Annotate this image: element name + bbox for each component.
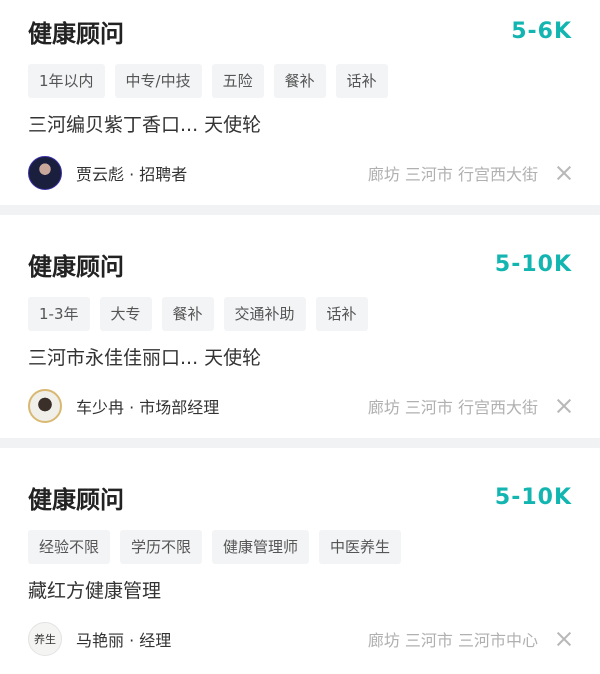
job-tags: 1年以内 中专/中技 五险 餐补 话补 xyxy=(28,64,572,98)
close-icon[interactable] xyxy=(556,165,572,181)
job-tag: 中医养生 xyxy=(319,530,402,564)
job-tag: 话补 xyxy=(315,297,368,331)
company-name: 三河编贝紫丁香口... 天使轮 xyxy=(28,114,262,136)
avatar-text: 养生 xyxy=(34,633,56,646)
job-tag: 餐补 xyxy=(273,64,326,98)
job-tags: 1-3年 大专 餐补 交通补助 话补 xyxy=(28,297,572,331)
job-title: 健康顾问 xyxy=(28,485,124,514)
job-card[interactable]: 健康顾问 5-10K 经验不限 学历不限 健康管理师 中医养生 藏红方健康管理 … xyxy=(0,448,600,671)
job-list: 健康顾问 5-6K 1年以内 中专/中技 五险 餐补 话补 三河编贝紫丁香口..… xyxy=(0,0,600,671)
job-title-row: 健康顾问 5-10K xyxy=(28,482,572,514)
job-title: 健康顾问 xyxy=(28,252,124,281)
job-location: 廊坊 三河市 三河市中心 xyxy=(367,631,538,650)
job-tag: 学历不限 xyxy=(120,530,203,564)
recruiter-name: 车少冉 · 市场部经理 xyxy=(76,398,220,417)
recruiter-row: 养生 马艳丽 · 经理 廊坊 三河市 三河市中心 xyxy=(28,620,572,658)
job-card[interactable]: 健康顾问 5-10K 1-3年 大专 餐补 交通补助 话补 三河市永佳佳丽口..… xyxy=(0,215,600,438)
job-tags: 经验不限 学历不限 健康管理师 中医养生 xyxy=(28,530,572,564)
close-icon[interactable] xyxy=(556,398,572,414)
job-tag: 大专 xyxy=(99,297,152,331)
recruiter-row: 车少冉 · 市场部经理 廊坊 三河市 行宫西大街 xyxy=(28,387,572,425)
recruiter-avatar xyxy=(28,389,62,423)
recruiter-row: 贾云彪 · 招聘者 廊坊 三河市 行宫西大街 xyxy=(28,154,572,192)
recruiter-avatar xyxy=(28,156,62,190)
job-tag: 1-3年 xyxy=(28,297,90,331)
job-tag: 1年以内 xyxy=(28,64,105,98)
salary: 5-6K xyxy=(511,18,572,44)
recruiter-avatar: 养生 xyxy=(28,622,62,656)
job-title-row: 健康顾问 5-6K xyxy=(28,16,572,48)
job-tag: 餐补 xyxy=(161,297,214,331)
job-location: 廊坊 三河市 行宫西大街 xyxy=(367,398,538,417)
salary: 5-10K xyxy=(494,484,572,510)
job-title-row: 健康顾问 5-10K xyxy=(28,249,572,281)
card-divider xyxy=(0,438,600,448)
job-tag: 健康管理师 xyxy=(212,530,310,564)
card-divider xyxy=(0,205,600,215)
job-tag: 五险 xyxy=(211,64,264,98)
salary: 5-10K xyxy=(494,251,572,277)
close-icon[interactable] xyxy=(556,631,572,647)
job-tag: 经验不限 xyxy=(28,530,111,564)
job-tag: 中专/中技 xyxy=(114,64,202,98)
job-title: 健康顾问 xyxy=(28,19,124,48)
company-name: 藏红方健康管理 xyxy=(28,580,162,602)
recruiter-name: 马艳丽 · 经理 xyxy=(76,631,172,650)
company-name: 三河市永佳佳丽口... 天使轮 xyxy=(28,347,262,369)
job-card[interactable]: 健康顾问 5-6K 1年以内 中专/中技 五险 餐补 话补 三河编贝紫丁香口..… xyxy=(0,0,600,205)
job-tag: 交通补助 xyxy=(223,297,306,331)
job-tag: 话补 xyxy=(335,64,388,98)
job-location: 廊坊 三河市 行宫西大街 xyxy=(367,165,538,184)
recruiter-name: 贾云彪 · 招聘者 xyxy=(76,165,188,184)
